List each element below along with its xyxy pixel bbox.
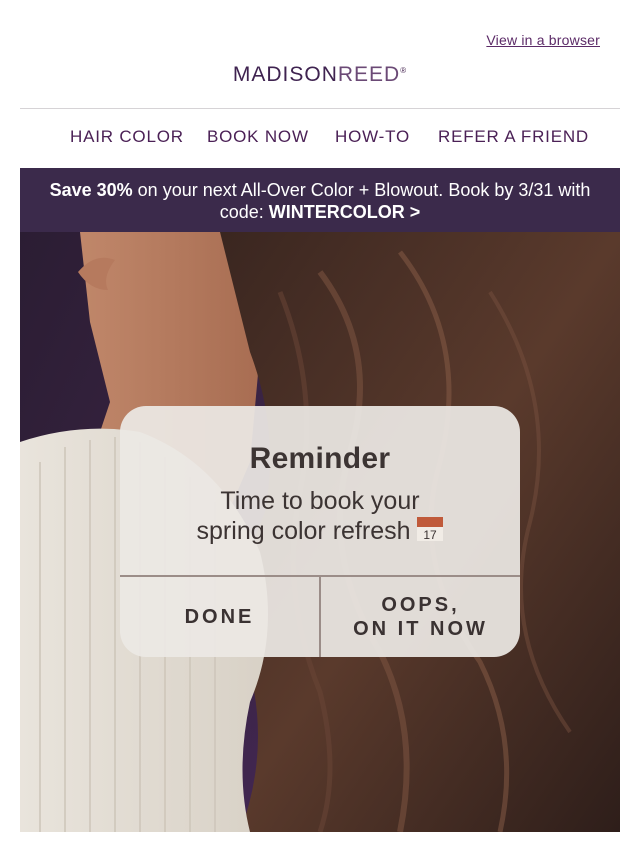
- nav-refer-a-friend[interactable]: REFER A FRIEND: [438, 127, 589, 147]
- view-in-browser-link[interactable]: View in a browser: [486, 32, 600, 48]
- nav-how-to[interactable]: HOW-TO: [335, 127, 410, 147]
- calendar-day-number: 17: [424, 528, 438, 541]
- oops-on-it-now-button[interactable]: OOPS, ON IT NOW: [321, 577, 520, 657]
- done-button-label: DONE: [184, 606, 255, 628]
- calendar-icon: 17: [417, 517, 444, 542]
- madison-reed-logo[interactable]: MADISONREED®: [0, 63, 640, 87]
- header-divider: [20, 108, 620, 109]
- logo-word-madison: MADISON: [232, 63, 338, 86]
- reminder-message: Time to book your spring color refresh 1…: [120, 486, 520, 546]
- oops-button-line-2: ON IT NOW: [353, 618, 488, 640]
- nav-book-now[interactable]: BOOK NOW: [207, 127, 309, 147]
- logo-word-reed: REED: [337, 63, 401, 86]
- reminder-card: Reminder Time to book your spring color …: [120, 406, 520, 657]
- reminder-line-1: Time to book your: [220, 487, 420, 515]
- nav-hair-color[interactable]: HAIR COLOR: [70, 127, 184, 147]
- oops-button-line-1: OOPS,: [381, 594, 460, 616]
- reminder-line-2: spring color refresh: [196, 517, 418, 545]
- promo-banner[interactable]: Save 30% on your next All-Over Color + B…: [20, 168, 620, 232]
- promo-code: WINTERCOLOR >: [268, 202, 421, 222]
- reminder-title: Reminder: [249, 442, 391, 475]
- promo-highlight: Save 30%: [49, 180, 133, 200]
- done-button[interactable]: DONE: [120, 577, 319, 657]
- registered-mark: ®: [400, 66, 408, 75]
